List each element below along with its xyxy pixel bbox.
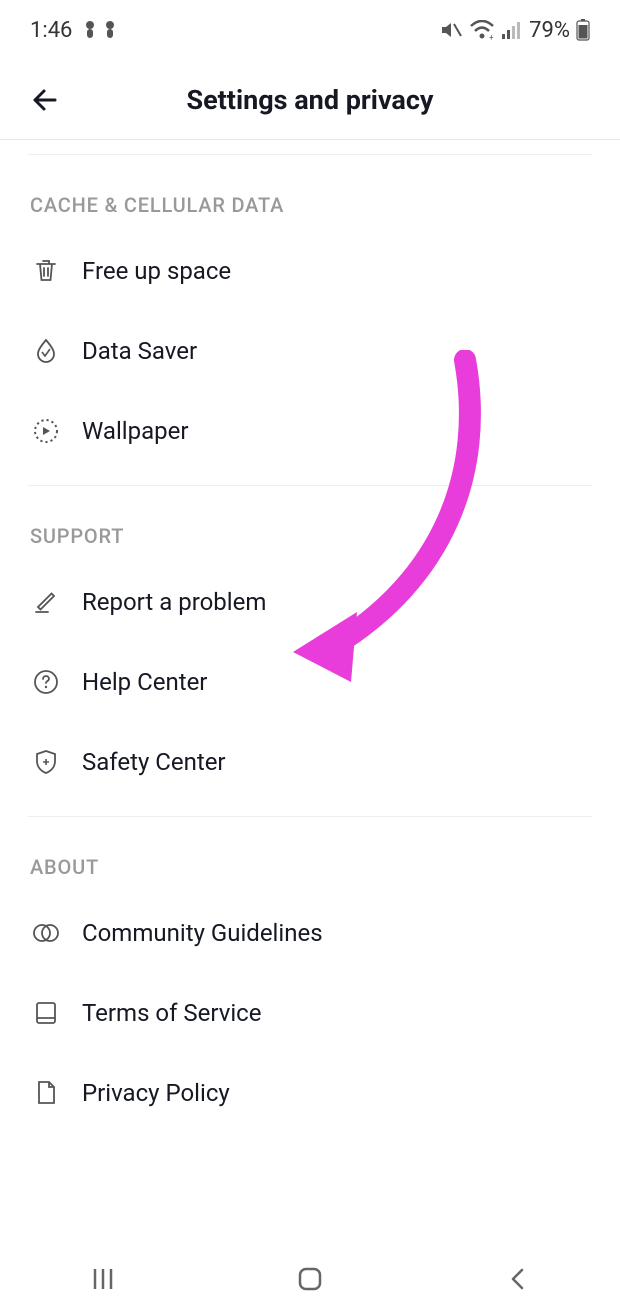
section-header-support: SUPPORT [0,486,620,562]
status-right: + 79% [439,18,590,43]
menu-label: Report a problem [82,588,266,616]
help-circle-icon [30,666,62,698]
menu-item-free-up-space[interactable]: Free up space [0,231,620,311]
page-title: Settings and privacy [0,84,620,116]
content: CACHE & CELLULAR DATA Free up space Data… [0,154,620,1213]
menu-label: Safety Center [82,748,226,776]
play-circle-dotted-icon [30,415,62,447]
menu-label: Community Guidelines [82,919,323,947]
menu-label: Data Saver [82,337,197,365]
signal-icon [501,21,523,39]
menu-item-terms-of-service[interactable]: Terms of Service [0,973,620,1053]
nav-home-button[interactable] [260,1265,360,1293]
circles-icon [30,917,62,949]
section-header-cache: CACHE & CELLULAR DATA [0,155,620,231]
menu-item-community-guidelines[interactable]: Community Guidelines [0,893,620,973]
battery-percentage: 79% [529,18,570,43]
document-icon [30,1077,62,1109]
shield-icon [30,746,62,778]
section-header-about: ABOUT [0,817,620,893]
status-left: 1:46 [30,18,118,43]
menu-label: Help Center [82,668,207,696]
menu-label: Privacy Policy [82,1079,230,1107]
menu-label: Free up space [82,257,231,285]
battery-icon [576,19,590,41]
pencil-icon [30,586,62,618]
wifi-icon: + [469,20,495,40]
mute-icon [439,19,463,41]
status-time: 1:46 [30,18,72,43]
system-nav-bar [0,1249,620,1309]
book-icon [30,997,62,1029]
menu-item-safety-center[interactable]: Safety Center [0,722,620,802]
nav-back-button[interactable] [467,1266,567,1292]
header: Settings and privacy [0,60,620,140]
menu-item-report-problem[interactable]: Report a problem [0,562,620,642]
status-app-icons [82,19,118,41]
home-icon [296,1265,324,1293]
back-button[interactable] [20,75,70,125]
recents-icon [88,1266,118,1292]
status-bar: 1:46 + 79% [0,0,620,60]
menu-item-wallpaper[interactable]: Wallpaper [0,391,620,471]
menu-item-data-saver[interactable]: Data Saver [0,311,620,391]
menu-item-privacy-policy[interactable]: Privacy Policy [0,1053,620,1133]
menu-label: Wallpaper [82,417,189,445]
nav-recents-button[interactable] [53,1266,153,1292]
droplet-icon [30,335,62,367]
menu-label: Terms of Service [82,999,261,1027]
arrow-left-icon [27,82,63,118]
trash-icon [30,255,62,287]
chevron-left-icon [508,1266,526,1292]
svg-text:+: + [489,33,494,40]
menu-item-help-center[interactable]: Help Center [0,642,620,722]
